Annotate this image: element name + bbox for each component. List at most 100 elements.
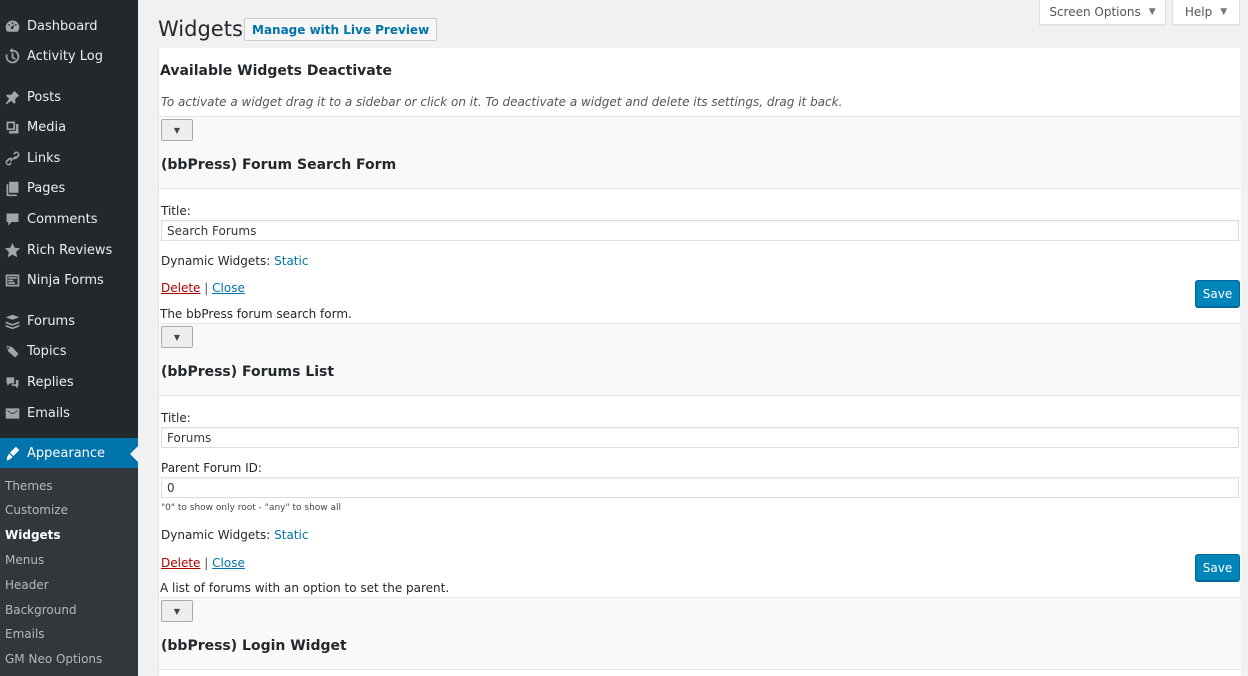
submenu-themes[interactable]: Themes bbox=[5, 479, 53, 493]
menu-item-label: Links bbox=[27, 150, 61, 166]
separator: | bbox=[204, 281, 209, 295]
brush-icon bbox=[3, 444, 21, 462]
button-label: Help bbox=[1184, 5, 1213, 19]
manage-live-preview-button[interactable]: Manage with Live Preview bbox=[244, 18, 438, 41]
menu-item-label: Ninja Forms bbox=[27, 272, 104, 288]
dynamic-widgets-row: Dynamic Widgets: Static bbox=[161, 254, 308, 268]
menu-item-label: Activity Log bbox=[27, 48, 103, 64]
menu-item-replies[interactable]: Replies bbox=[0, 367, 138, 397]
menu-item-label: Posts bbox=[27, 89, 61, 105]
separator: | bbox=[204, 556, 209, 570]
replies-icon bbox=[3, 373, 21, 391]
delete-link[interactable]: Delete bbox=[161, 556, 200, 570]
widget-settings bbox=[159, 669, 1241, 676]
menu-item-label: Replies bbox=[27, 374, 74, 390]
dynamic-widgets-label: Dynamic Widgets: bbox=[161, 528, 271, 542]
button-label: Save bbox=[1202, 286, 1233, 301]
close-link[interactable]: Close bbox=[212, 556, 245, 570]
page-title: Widgets bbox=[158, 17, 243, 41]
menu-item-label: Pages bbox=[27, 180, 66, 196]
menu-item-activity-log[interactable]: Activity Log bbox=[0, 41, 138, 71]
widget-title[interactable]: (bbPress) Login Widget bbox=[161, 638, 347, 654]
menu-item-links[interactable]: Links bbox=[0, 143, 138, 173]
widget-forum-search-form: ▼ (bbPress) Forum Search Form Title: Dyn… bbox=[159, 116, 1241, 307]
submenu-gm-neo-options[interactable]: GM Neo Options bbox=[5, 652, 102, 666]
submenu-header[interactable]: Header bbox=[5, 578, 49, 592]
parent-forum-id-input[interactable] bbox=[161, 477, 1239, 498]
menu-item-label: Comments bbox=[27, 211, 98, 227]
available-widgets-heading: Available Widgets Deactivate bbox=[160, 63, 392, 79]
pages-icon bbox=[3, 179, 21, 197]
button-label: Manage with Live Preview bbox=[252, 22, 430, 37]
title-label: Title: bbox=[161, 411, 191, 425]
admin-sidebar: Dashboard Activity Log Posts Media Links… bbox=[0, 0, 138, 676]
parent-forum-id-label: Parent Forum ID: bbox=[161, 461, 262, 475]
menu-item-label: Dashboard bbox=[27, 18, 98, 34]
delete-link[interactable]: Delete bbox=[161, 281, 200, 295]
save-button[interactable]: Save bbox=[1195, 554, 1240, 581]
menu-item-label: Topics bbox=[27, 343, 67, 359]
caret-down-icon: ▼ bbox=[1148, 7, 1156, 17]
button-label: Screen Options bbox=[1049, 5, 1141, 19]
email-icon bbox=[3, 404, 21, 422]
forums-icon bbox=[3, 312, 21, 330]
dynamic-widgets-label: Dynamic Widgets: bbox=[161, 254, 271, 268]
widget-settings: Title: Dynamic Widgets: Static Delete | … bbox=[159, 188, 1241, 307]
menu-item-forums[interactable]: Forums bbox=[0, 306, 138, 336]
title-input[interactable] bbox=[161, 427, 1239, 448]
menu-item-label: Rich Reviews bbox=[27, 242, 113, 258]
widget-settings: Title: Parent Forum ID: "0" to show only… bbox=[159, 395, 1241, 581]
available-widgets-description: To activate a widget drag it to a sideba… bbox=[161, 95, 843, 109]
widget-login-widget: ▼ (bbPress) Login Widget bbox=[159, 597, 1241, 676]
topics-icon bbox=[3, 342, 21, 360]
pin-icon bbox=[3, 88, 21, 106]
submenu-widgets[interactable]: Widgets bbox=[5, 528, 61, 542]
close-link[interactable]: Close bbox=[212, 281, 245, 295]
menu-item-rich-reviews[interactable]: Rich Reviews bbox=[0, 235, 138, 265]
dynamic-widgets-row: Dynamic Widgets: Static bbox=[161, 528, 308, 542]
widget-toggle-button[interactable]: ▼ bbox=[161, 326, 193, 348]
screen-options-button[interactable]: Screen Options ▼ bbox=[1039, 0, 1166, 25]
menu-item-label: Forums bbox=[27, 313, 75, 329]
comment-icon bbox=[3, 210, 21, 228]
menu-item-emails[interactable]: Emails bbox=[0, 398, 138, 428]
dynamic-widgets-static-link[interactable]: Static bbox=[274, 528, 308, 542]
history-icon bbox=[3, 47, 21, 65]
menu-item-posts[interactable]: Posts bbox=[0, 82, 138, 112]
submenu-background[interactable]: Background bbox=[5, 603, 77, 617]
appearance-submenu: Themes Customize Widgets Menus Header Ba… bbox=[0, 468, 138, 676]
title-label: Title: bbox=[161, 204, 191, 218]
link-icon bbox=[3, 149, 21, 167]
widget-control-actions: Delete | Close bbox=[161, 556, 245, 570]
submenu-emails[interactable]: Emails bbox=[5, 627, 45, 641]
widget-description: A list of forums with an option to set t… bbox=[160, 581, 450, 595]
submenu-menus[interactable]: Menus bbox=[5, 553, 44, 567]
menu-item-ninja-forms[interactable]: Ninja Forms bbox=[0, 265, 138, 295]
menu-item-pages[interactable]: Pages bbox=[0, 173, 138, 203]
menu-item-topics[interactable]: Topics bbox=[0, 336, 138, 366]
star-icon bbox=[3, 241, 21, 259]
widget-title[interactable]: (bbPress) Forums List bbox=[161, 364, 334, 380]
widget-toggle-button[interactable]: ▼ bbox=[161, 600, 193, 622]
menu-item-media[interactable]: Media bbox=[0, 112, 138, 142]
title-input[interactable] bbox=[161, 220, 1239, 241]
menu-item-appearance[interactable]: Appearance bbox=[0, 438, 138, 468]
widget-title[interactable]: (bbPress) Forum Search Form bbox=[161, 157, 396, 173]
save-button[interactable]: Save bbox=[1195, 280, 1240, 307]
menu-item-label: Emails bbox=[27, 405, 70, 421]
submenu-customize[interactable]: Customize bbox=[5, 503, 68, 517]
widget-toggle-button[interactable]: ▼ bbox=[161, 119, 193, 141]
menu-item-label: Media bbox=[27, 119, 67, 135]
menu-item-label: Appearance bbox=[27, 445, 106, 461]
help-button[interactable]: Help ▼ bbox=[1172, 0, 1240, 25]
widget-forums-list: ▼ (bbPress) Forums List Title: Parent Fo… bbox=[159, 323, 1241, 581]
dashboard-icon bbox=[3, 17, 21, 35]
menu-item-comments[interactable]: Comments bbox=[0, 204, 138, 234]
widget-description: The bbPress forum search form. bbox=[160, 307, 352, 321]
menu-item-dashboard[interactable]: Dashboard bbox=[0, 11, 138, 41]
triangle-down-icon: ▼ bbox=[173, 332, 181, 342]
parent-forum-id-hint: "0" to show only root - "any" to show al… bbox=[161, 503, 342, 513]
dynamic-widgets-static-link[interactable]: Static bbox=[274, 254, 308, 268]
available-widgets-panel: Available Widgets Deactivate To activate… bbox=[158, 48, 1241, 676]
triangle-down-icon: ▼ bbox=[173, 125, 181, 135]
